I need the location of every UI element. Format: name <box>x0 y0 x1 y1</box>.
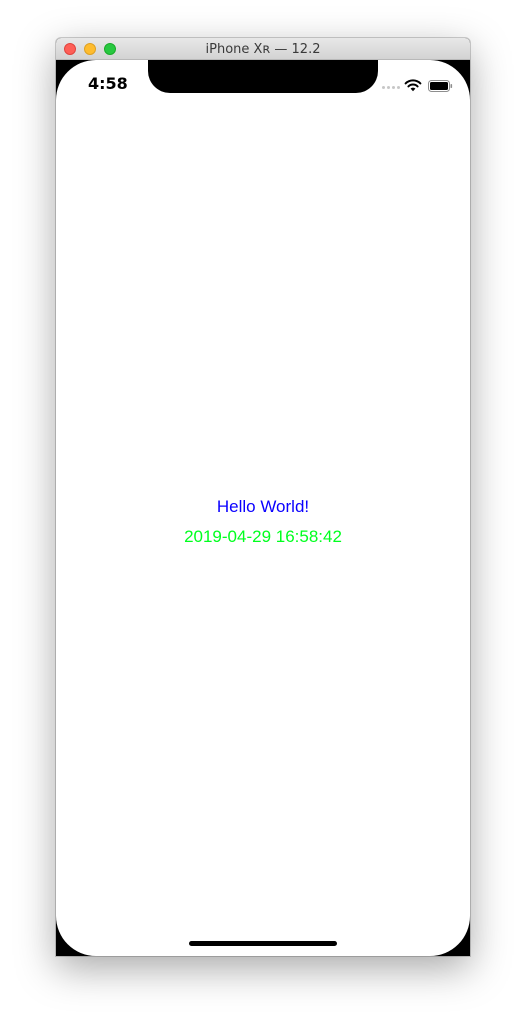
window-title: iPhone Xʀ — 12.2 <box>205 42 321 57</box>
wifi-icon <box>404 79 422 92</box>
device-frame: 4:58 Hello World! 2019-04-29 16:58:42 <box>56 60 470 956</box>
hello-world-label: Hello World! <box>216 497 310 516</box>
title-bar[interactable]: iPhone Xʀ — 12.2 <box>56 38 470 60</box>
date-time-label: 2019-04-29 16:58:42 <box>184 527 342 546</box>
home-indicator[interactable] <box>189 941 337 946</box>
device-screen[interactable]: 4:58 Hello World! 2019-04-29 16:58:42 <box>56 60 470 956</box>
simulator-window: iPhone Xʀ — 12.2 4:58 Hello World! 2019-… <box>56 38 470 956</box>
status-bar-time: 4:58 <box>88 74 128 93</box>
battery-icon <box>428 80 453 92</box>
notch <box>148 60 378 93</box>
cellular-signal-icon <box>382 86 402 90</box>
